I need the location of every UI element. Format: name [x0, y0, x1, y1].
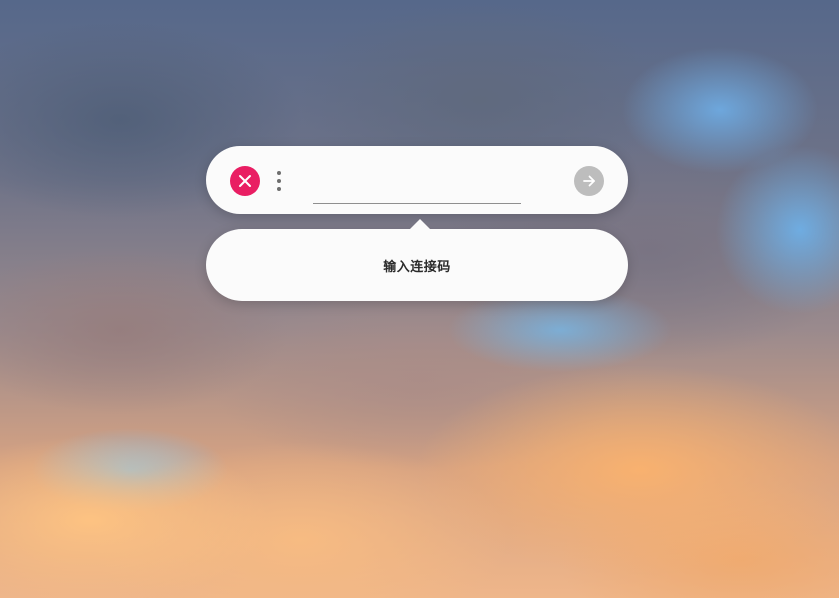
- close-button[interactable]: [230, 166, 260, 196]
- more-vertical-icon-dot: [277, 171, 281, 175]
- tooltip-text: 输入连接码: [383, 259, 451, 275]
- close-icon: [239, 175, 251, 187]
- connect-toolbar: [206, 146, 628, 214]
- connect-go-button[interactable]: [574, 166, 604, 196]
- more-vertical-icon-dot: [277, 187, 281, 191]
- more-vertical-icon-dot: [277, 179, 281, 183]
- connection-code-input[interactable]: [313, 170, 521, 204]
- tooltip-arrow: [409, 219, 431, 230]
- arrow-right-icon: [583, 175, 595, 187]
- input-hint-tooltip: 输入连接码: [206, 219, 628, 301]
- more-options-button[interactable]: [270, 167, 288, 195]
